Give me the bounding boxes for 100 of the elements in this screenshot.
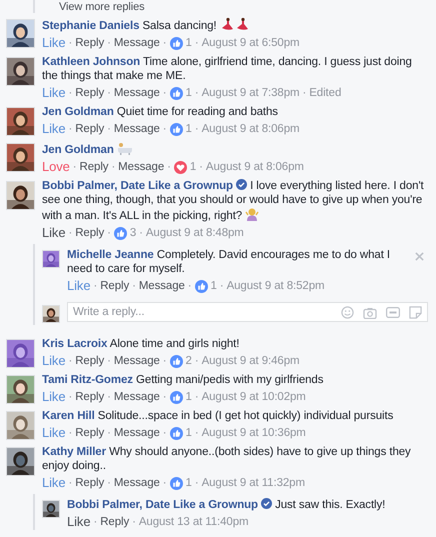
- separator-dot: ·: [68, 122, 72, 137]
- action-link[interactable]: Reply: [75, 225, 104, 241]
- action-link[interactable]: Reply: [75, 425, 104, 441]
- comment-text: Kathy Miller Why should anyone..(both sides) have to give up things they enjoy doing..: [42, 445, 412, 473]
- separator-dot: ·: [302, 86, 306, 101]
- separator-dot: ·: [68, 476, 72, 491]
- separator-dot: ·: [167, 160, 171, 175]
- close-icon[interactable]: [415, 252, 424, 261]
- separator-dot: ·: [162, 354, 167, 369]
- action-link[interactable]: Reply: [75, 353, 104, 369]
- reaction-count: 1: [210, 279, 217, 294]
- separator-dot: ·: [107, 86, 111, 101]
- separator-dot: ·: [68, 226, 72, 241]
- separator-dot: ·: [93, 279, 98, 294]
- reaction-count: 1: [190, 160, 196, 175]
- smiley-icon[interactable]: [341, 306, 354, 319]
- separator-dot: ·: [132, 279, 136, 294]
- author-link[interactable]: Kathleen Johnson: [42, 56, 140, 68]
- action-link[interactable]: Message: [114, 35, 160, 51]
- reaction-count: 1: [186, 36, 192, 51]
- action-link[interactable]: Message: [114, 389, 160, 405]
- separator-dot: ·: [162, 36, 167, 51]
- reaction-count: 3: [130, 226, 136, 241]
- author-link[interactable]: Michelle Jeanne: [67, 249, 154, 261]
- author-link[interactable]: Kathy Miller: [42, 446, 106, 458]
- separator-dot: ·: [194, 390, 199, 405]
- author-link[interactable]: Jen Goldman: [42, 144, 114, 156]
- author-link[interactable]: Tami Ritz-Gomez: [42, 374, 133, 386]
- separator-dot: ·: [194, 476, 199, 491]
- reaction-count: 1: [186, 426, 192, 441]
- action-link[interactable]: Reply: [75, 121, 104, 137]
- separator-dot: ·: [107, 426, 111, 441]
- separator-dot: ·: [194, 426, 199, 441]
- camera-icon[interactable]: [363, 306, 377, 318]
- comment-text: Michelle Jeanne Completely. David encourages me to do what I need to care for myself.: [67, 248, 392, 276]
- separator-dot: ·: [93, 515, 98, 530]
- action-link[interactable]: Reply: [100, 278, 130, 294]
- action-link[interactable]: Reply: [75, 85, 104, 101]
- separator-dot: ·: [162, 390, 167, 405]
- action-link[interactable]: Reply: [75, 389, 104, 405]
- separator-dot: ·: [194, 86, 199, 101]
- action-link[interactable]: Reply: [75, 35, 104, 51]
- separator-dot: ·: [107, 122, 111, 137]
- reaction-link[interactable]: Like: [67, 514, 90, 530]
- author-link[interactable]: Karen Hill: [42, 410, 95, 422]
- separator-dot: ·: [132, 515, 136, 530]
- separator-dot: ·: [162, 426, 167, 441]
- separator-dot: ·: [194, 36, 199, 51]
- author-link[interactable]: Stephanie Daniels: [42, 20, 140, 32]
- reaction-count: 2: [186, 354, 192, 369]
- separator-dot: ·: [107, 390, 111, 405]
- action-link[interactable]: Message: [114, 425, 160, 441]
- action-link[interactable]: Reply: [100, 514, 130, 530]
- author-link[interactable]: Jen Goldman: [42, 106, 114, 118]
- separator-dot: ·: [107, 354, 111, 369]
- comment-text: Kris Lacroix Alone time and girls night!: [42, 337, 240, 351]
- action-link[interactable]: Message: [114, 475, 160, 491]
- action-link[interactable]: Message: [114, 353, 160, 369]
- reaction-count: 1: [186, 476, 192, 491]
- author-link[interactable]: Bobbi Palmer, Date Like a Grownup: [67, 499, 258, 511]
- comment-text: Karen Hill Solitude...space in bed (I get hot quickly) individual pursuits: [42, 409, 394, 423]
- comment-text: Bobbi Palmer, Date Like a Grownup Just saw this. Exactly!: [67, 498, 386, 512]
- separator-dot: ·: [107, 476, 111, 491]
- author-link[interactable]: Bobbi Palmer, Date Like a Grownup: [42, 180, 233, 192]
- edited-label: Edited: [309, 86, 342, 101]
- separator-dot: ·: [68, 390, 72, 405]
- sticker-icon[interactable]: [409, 306, 422, 319]
- reply-field[interactable]: Write a reply...: [67, 302, 428, 322]
- separator-dot: ·: [139, 226, 143, 241]
- separator-dot: ·: [68, 426, 72, 441]
- action-link[interactable]: Message: [138, 278, 185, 294]
- comment-text: Bobbi Palmer, Date Like a Grownup I love everything listed here. I don't see one thing, though, that you should or would have to give up when you're with a man. It's ALL in the picking, right?: [42, 179, 425, 223]
- separator-dot: ·: [162, 122, 167, 137]
- action-link[interactable]: Message: [114, 85, 160, 101]
- separator-dot: ·: [220, 279, 224, 294]
- reaction-count: 1: [186, 122, 192, 137]
- separator-dot: ·: [194, 354, 199, 369]
- view-more-link[interactable]: View more replies: [59, 0, 145, 12]
- action-link[interactable]: Reply: [80, 159, 108, 175]
- separator-dot: ·: [188, 279, 192, 294]
- comment-text: Kathleen Johnson Time alone, girlfriend time, dancing. I guess just doing the things that make me ME.: [42, 55, 413, 83]
- action-link[interactable]: Reply: [75, 475, 104, 491]
- separator-dot: ·: [107, 36, 111, 51]
- separator-dot: ·: [194, 122, 199, 137]
- comment-text: Tami Ritz-Gomez Getting mani/pedis with my girlfriends: [42, 373, 324, 387]
- author-link[interactable]: Kris Lacroix: [42, 338, 108, 350]
- separator-dot: ·: [68, 36, 72, 51]
- comment-text: Stephanie Daniels Salsa dancing!: [42, 17, 428, 33]
- reaction-link[interactable]: Like: [42, 225, 66, 241]
- separator-dot: ·: [162, 86, 167, 101]
- separator-dot: ·: [162, 476, 167, 491]
- reaction-count: 1: [186, 390, 192, 405]
- separator-dot: ·: [68, 354, 72, 369]
- separator-dot: ·: [68, 86, 72, 101]
- action-link[interactable]: Message: [114, 121, 160, 137]
- separator-dot: ·: [111, 160, 116, 175]
- comment-text: Jen Goldman Quiet time for reading and baths: [42, 105, 279, 119]
- action-link[interactable]: Message: [118, 159, 164, 175]
- separator-dot: ·: [107, 226, 111, 241]
- reaction-count: 1: [186, 86, 192, 101]
